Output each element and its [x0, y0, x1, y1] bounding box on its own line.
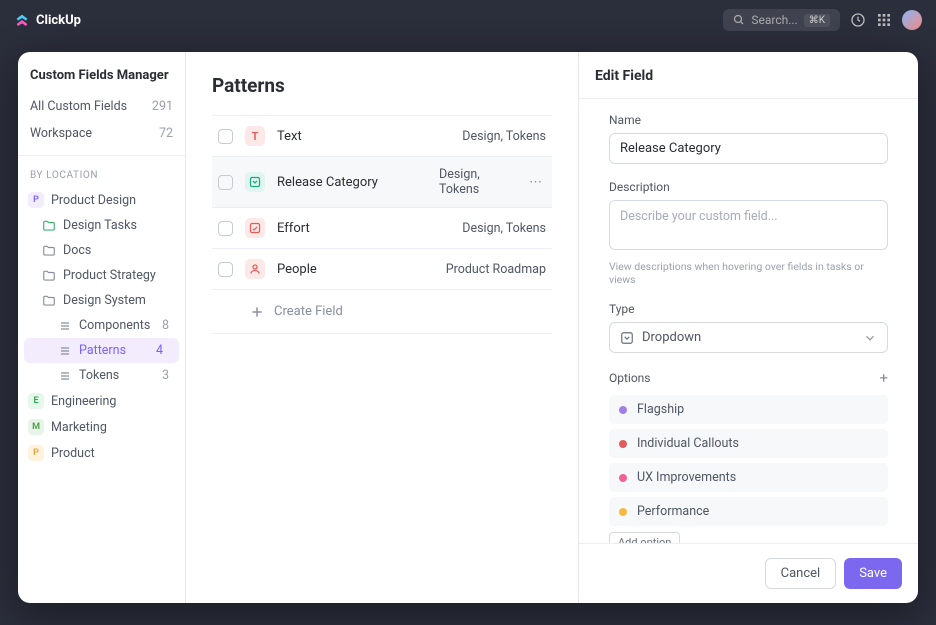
- sidebar-workspace[interactable]: Workspace 72: [18, 120, 185, 147]
- search-shortcut: ⌘K: [804, 14, 830, 27]
- sidebar-all-fields[interactable]: All Custom Fields 291: [18, 93, 185, 120]
- sidebar: Custom Fields Manager All Custom Fields …: [18, 52, 186, 603]
- field-checkbox[interactable]: [218, 129, 233, 144]
- field-type-icon: [245, 259, 265, 279]
- option-color-dot: [619, 406, 627, 414]
- avatar[interactable]: [902, 10, 922, 30]
- divider: [18, 155, 185, 156]
- folder-icon: [42, 294, 56, 308]
- field-row[interactable]: Effort Design, Tokens: [212, 208, 552, 249]
- field-checkbox[interactable]: [218, 175, 233, 190]
- option-row[interactable]: Individual Callouts: [609, 429, 888, 458]
- option-label: UX Improvements: [637, 470, 736, 485]
- cancel-button[interactable]: Cancel: [765, 558, 837, 589]
- add-option-plus[interactable]: +: [879, 369, 888, 387]
- description-help: View descriptions when hovering over fie…: [609, 260, 888, 286]
- field-type-icon: [245, 218, 265, 238]
- tree-item-design-tasks[interactable]: Design Tasks: [18, 213, 185, 238]
- name-input[interactable]: [609, 133, 888, 164]
- sidebar-title: Custom Fields Manager: [18, 52, 185, 93]
- dropdown-type-icon: [620, 331, 634, 345]
- field-checkbox[interactable]: [218, 262, 233, 277]
- create-field-button[interactable]: Create Field: [212, 290, 552, 334]
- space-badge: E: [28, 393, 44, 409]
- page-title: Patterns: [212, 74, 552, 97]
- field-name: People: [277, 262, 427, 277]
- edit-field-panel: Edit Field Name Description View descrip…: [578, 52, 918, 603]
- search-icon: [733, 14, 745, 26]
- folder-icon: [42, 269, 56, 283]
- options-label: Options: [609, 371, 651, 385]
- list-icon: [58, 319, 72, 333]
- tree-item-product[interactable]: PProduct: [18, 440, 185, 466]
- option-row[interactable]: Performance: [609, 497, 888, 526]
- plus-icon: [250, 305, 264, 319]
- tree-item-product-strategy[interactable]: Product Strategy: [18, 263, 185, 288]
- field-name: Release Category: [277, 175, 427, 190]
- option-color-dot: [619, 474, 627, 482]
- tree-item-components[interactable]: Components8: [18, 313, 185, 338]
- add-option-button[interactable]: Add option: [609, 532, 680, 543]
- tree-item-product-design[interactable]: PProduct Design: [18, 187, 185, 213]
- field-name: Text: [277, 129, 427, 144]
- field-row[interactable]: Release Category Design, Tokens ⋯: [212, 157, 552, 208]
- field-row[interactable]: T Text Design, Tokens: [212, 115, 552, 157]
- description-label: Description: [609, 180, 888, 194]
- topbar: ClickUp Search... ⌘K: [0, 0, 936, 40]
- field-name: Effort: [277, 221, 427, 236]
- field-type-icon: T: [245, 126, 265, 146]
- option-color-dot: [619, 440, 627, 448]
- custom-fields-modal: Custom Fields Manager All Custom Fields …: [18, 52, 918, 603]
- search-box[interactable]: Search... ⌘K: [723, 9, 840, 31]
- option-label: Performance: [637, 504, 709, 519]
- tree-item-marketing[interactable]: MMarketing: [18, 414, 185, 440]
- field-checkbox[interactable]: [218, 221, 233, 236]
- by-location-label: By Location: [18, 164, 185, 187]
- tree-item-design-system[interactable]: Design System: [18, 288, 185, 313]
- folder-icon: [42, 244, 56, 258]
- clickup-logo-icon: [14, 12, 30, 28]
- chevron-down-icon: [863, 331, 877, 345]
- tree-item-patterns[interactable]: Patterns4: [24, 338, 179, 363]
- option-color-dot: [619, 508, 627, 516]
- name-label: Name: [609, 113, 888, 127]
- main-content: Patterns T Text Design, Tokens Release C…: [186, 52, 578, 603]
- more-icon[interactable]: ⋯: [525, 175, 546, 190]
- field-row[interactable]: People Product Roadmap: [212, 249, 552, 290]
- tree-item-engineering[interactable]: EEngineering: [18, 388, 185, 414]
- field-location: Design, Tokens: [462, 221, 546, 236]
- option-row[interactable]: Flagship: [609, 395, 888, 424]
- type-select[interactable]: Dropdown: [609, 322, 888, 353]
- space-badge: P: [28, 445, 44, 461]
- list-icon: [58, 344, 72, 358]
- option-label: Flagship: [637, 402, 684, 417]
- apps-grid-icon[interactable]: [876, 12, 892, 28]
- type-label: Type: [609, 302, 888, 316]
- description-input[interactable]: [609, 200, 888, 250]
- option-label: Individual Callouts: [637, 436, 739, 451]
- space-badge: P: [28, 192, 44, 208]
- field-location: Design, Tokens: [439, 167, 513, 197]
- space-badge: M: [28, 419, 44, 435]
- option-row[interactable]: UX Improvements: [609, 463, 888, 492]
- panel-title: Edit Field: [579, 52, 918, 99]
- field-location: Design, Tokens: [462, 129, 546, 144]
- tree-item-tokens[interactable]: Tokens3: [18, 363, 185, 388]
- tree-item-docs[interactable]: Docs: [18, 238, 185, 263]
- field-type-icon: [245, 172, 265, 192]
- field-location: Product Roadmap: [446, 262, 546, 277]
- brand-name: ClickUp: [36, 13, 81, 28]
- clock-icon[interactable]: [850, 12, 866, 28]
- list-icon: [58, 369, 72, 383]
- folder-icon: [42, 219, 56, 233]
- logo[interactable]: ClickUp: [14, 12, 81, 28]
- save-button[interactable]: Save: [844, 558, 902, 589]
- search-placeholder: Search...: [751, 13, 797, 27]
